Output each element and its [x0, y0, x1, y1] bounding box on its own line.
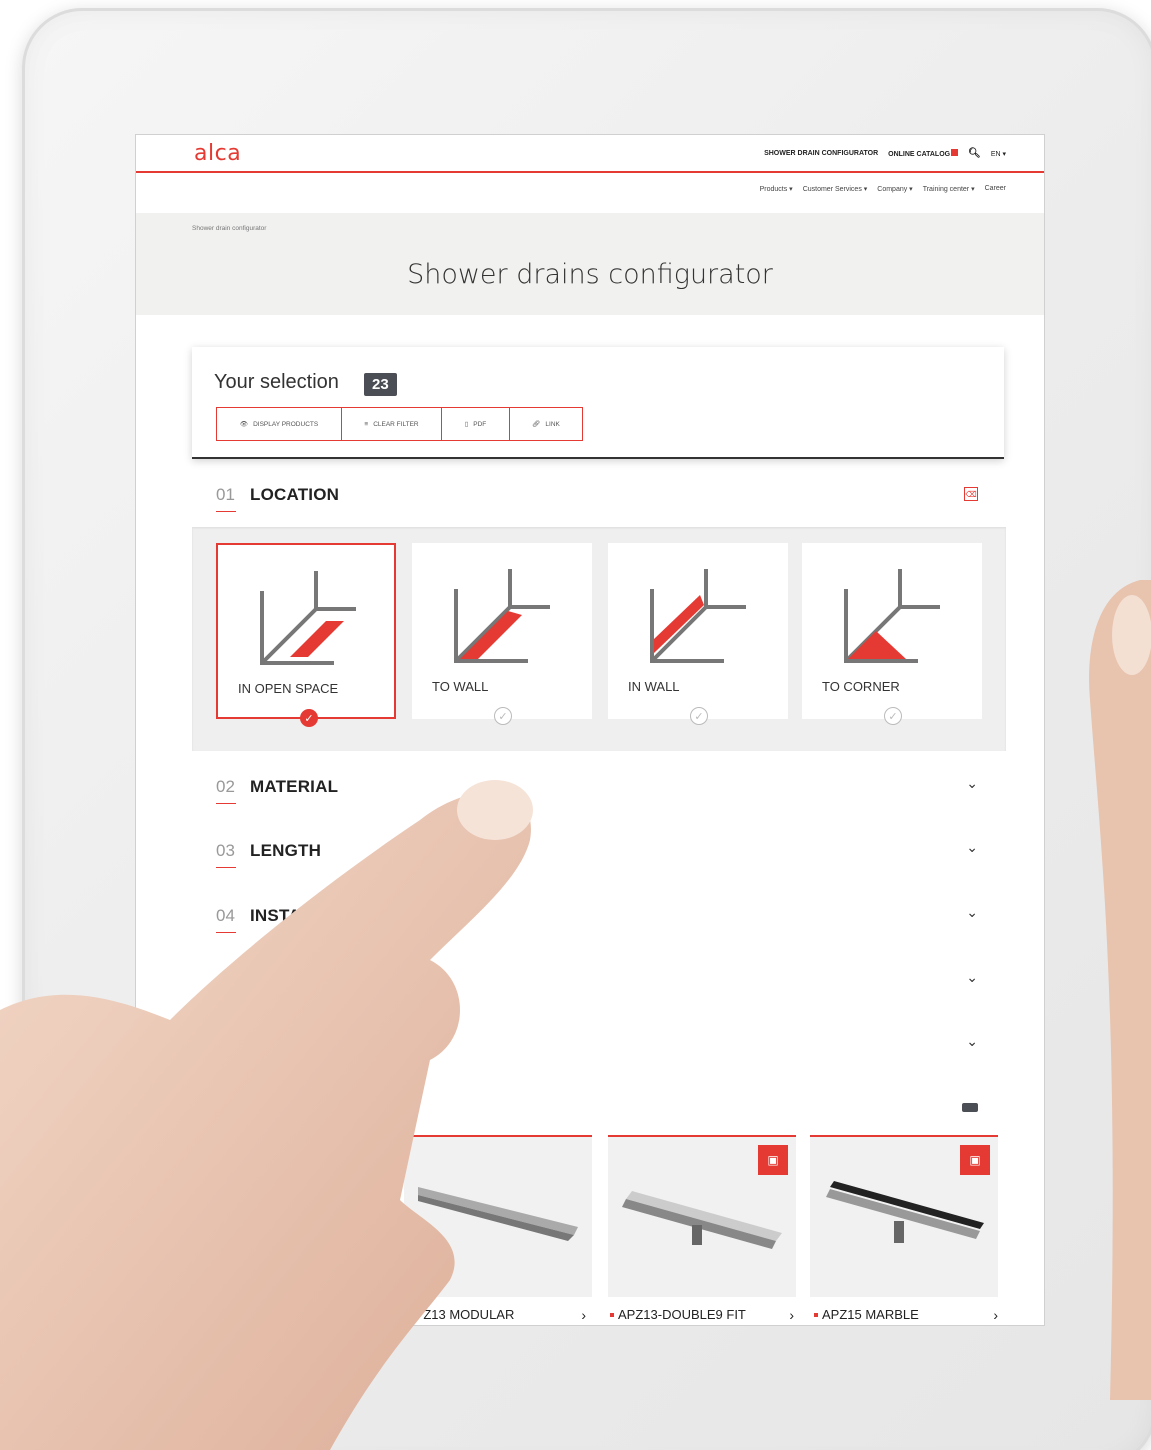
section-label: INSTALLA — [250, 906, 335, 925]
top-bar: alca SHOWER DRAIN CONFIGURATOR ONLINE CA… — [136, 135, 1044, 173]
section-length-header[interactable]: 03 LENGTH ⌄ — [192, 833, 1004, 873]
to-corner-icon — [844, 569, 940, 663]
package-icon: ▣ — [758, 1145, 788, 1175]
location-option-to-wall[interactable]: TO WALL ✓ — [412, 543, 592, 725]
section-number: 03 — [216, 841, 236, 868]
card-bottom-line — [192, 457, 1004, 459]
clear-filter-button[interactable]: ≡ CLEAR FILTER — [342, 408, 442, 440]
selection-count-badge: 23 — [364, 373, 397, 396]
chevron-down-icon[interactable]: ⌄ — [966, 969, 978, 986]
display-products-button[interactable]: 👁︎ DISPLAY PRODUCTS — [217, 408, 342, 440]
package-icon: ▣ — [354, 1145, 384, 1175]
section-material-header[interactable]: 02 MATERIAL ⌄ — [192, 769, 1004, 809]
location-options-panel: IN OPEN SPACE ✓ TO WALL ✓ IN WALL ✓ TO C… — [192, 527, 1006, 751]
results-count-badge — [962, 1103, 978, 1112]
pdf-button[interactable]: ▯ PDF — [442, 408, 510, 440]
eye-icon: 👁︎ — [239, 421, 249, 428]
location-option-to-corner[interactable]: TO CORNER ✓ — [802, 543, 982, 725]
package-icon: ▣ — [960, 1145, 990, 1175]
reset-filter-icon[interactable]: ⌫ — [964, 487, 978, 501]
chevron-down-icon[interactable]: ⌄ — [966, 904, 978, 921]
catalog-icon — [951, 149, 959, 156]
section-number: 01 — [216, 485, 236, 512]
nav-customer-services[interactable]: Customer Services ▾ — [803, 185, 868, 193]
drain-image — [216, 1217, 382, 1263]
chevron-right-icon: › — [993, 1306, 998, 1323]
browser-screen: alca SHOWER DRAIN CONFIGURATOR ONLINE CA… — [136, 135, 1044, 1325]
section-number: 05 — [216, 971, 236, 998]
location-label: IN OPEN SPACE — [238, 681, 339, 696]
location-option-open-space[interactable]: IN OPEN SPACE ✓ — [216, 543, 396, 727]
link-shower-drain-configurator[interactable]: SHOWER DRAIN CONFIGURATOR — [764, 150, 878, 157]
drain-image — [622, 1191, 782, 1249]
location-label: TO CORNER — [822, 679, 900, 694]
hero-banner: Shower drain configurator Shower drains … — [136, 213, 1044, 315]
section-tr-header[interactable]: 05 TR ⌄ — [192, 963, 1004, 1003]
drain-image — [826, 1181, 984, 1243]
selection-title: Your selection — [214, 371, 339, 393]
breadcrumb[interactable]: Shower drain configurator — [192, 225, 266, 232]
location-label: IN WALL — [628, 679, 680, 694]
chevron-down-icon[interactable]: ⌄ — [966, 1033, 978, 1050]
product-card[interactable] — [404, 1135, 592, 1297]
check-icon: ✓ — [494, 707, 512, 725]
product-card[interactable]: ▣ — [192, 1135, 392, 1297]
document-icon: ▯ — [464, 421, 469, 428]
section-label: LOCATION — [250, 485, 340, 504]
section-label: TR — [250, 971, 274, 990]
nav-products[interactable]: Products ▾ — [760, 185, 793, 193]
section-location-header[interactable]: 01 LOCATION ⌫ — [192, 477, 1004, 517]
chevron-down-icon[interactable]: ⌄ — [966, 839, 978, 856]
nav-company[interactable]: Company ▾ — [877, 185, 912, 193]
location-label: TO WALL — [432, 679, 489, 694]
link-icon: 🔗︎ — [532, 421, 541, 428]
in-wall-icon — [650, 569, 746, 663]
section-label: MATERIAL — [250, 777, 339, 796]
to-wall-icon — [454, 569, 550, 663]
nav-training-center[interactable]: Training center ▾ — [923, 185, 975, 193]
section-label: LENGTH — [250, 841, 322, 860]
chevron-right-icon: › — [581, 1306, 586, 1323]
alca-logo[interactable]: alca — [194, 141, 241, 166]
section-collapsed-header[interactable]: ⌄ — [192, 1027, 1004, 1067]
section-number: 04 — [216, 906, 236, 933]
product-name-link[interactable]: APZ13-DOUBLE9 FIT › — [610, 1307, 794, 1323]
link-online-catalog[interactable]: ONLINE CATALOG — [888, 149, 959, 158]
check-icon: ✓ — [884, 707, 902, 725]
top-links: SHOWER DRAIN CONFIGURATOR ONLINE CATALOG… — [764, 148, 1006, 159]
product-card[interactable]: ▣ — [608, 1135, 796, 1297]
product-card[interactable]: ▣ — [810, 1135, 998, 1297]
chevron-down-icon[interactable]: ⌄ — [966, 775, 978, 792]
product-name-link[interactable]: APZ13 MODULAR › — [406, 1307, 586, 1323]
check-icon: ✓ — [300, 709, 318, 727]
drain-image — [418, 1187, 578, 1241]
page-title: Shower drains configurator — [407, 259, 773, 290]
filter-icon: ≡ — [364, 420, 369, 428]
nav-career[interactable]: Career — [985, 185, 1006, 193]
link-button[interactable]: 🔗︎ LINK — [510, 408, 582, 440]
product-name-link[interactable]: APZ15 MARBLE › — [814, 1307, 998, 1323]
main-nav: Products ▾ Customer Services ▾ Company ▾… — [136, 173, 1044, 213]
section-installation-header[interactable]: 04 INSTALLA ⌄ — [192, 898, 1004, 938]
section-number: 02 — [216, 777, 236, 804]
selection-actions: 👁︎ DISPLAY PRODUCTS ≡ CLEAR FILTER ▯ PDF 🔗︎… — [216, 407, 583, 441]
check-icon: ✓ — [690, 707, 708, 725]
language-selector[interactable]: EN ▾ — [991, 150, 1006, 158]
open-space-icon — [260, 571, 356, 665]
location-option-in-wall[interactable]: IN WALL ✓ — [608, 543, 788, 725]
selection-card: Your selection 23 👁︎ DISPLAY PRODUCTS ≡ CL… — [192, 347, 1004, 459]
chevron-right-icon: › — [789, 1306, 794, 1323]
search-icon[interactable]: 🔍︎ — [968, 148, 981, 159]
